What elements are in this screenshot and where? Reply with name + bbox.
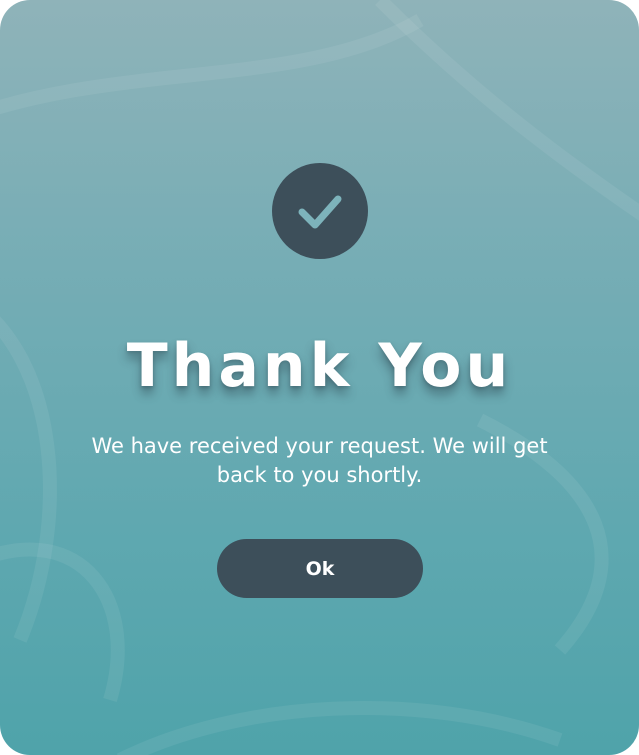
ok-button[interactable]: Ok xyxy=(217,539,423,598)
dialog-title: Thank You xyxy=(126,331,513,401)
dialog-message: We have received your request. We will g… xyxy=(91,434,548,487)
check-icon xyxy=(298,195,342,229)
thank-you-dialog: Thank You We have received your request.… xyxy=(0,0,639,755)
success-badge xyxy=(272,163,368,259)
